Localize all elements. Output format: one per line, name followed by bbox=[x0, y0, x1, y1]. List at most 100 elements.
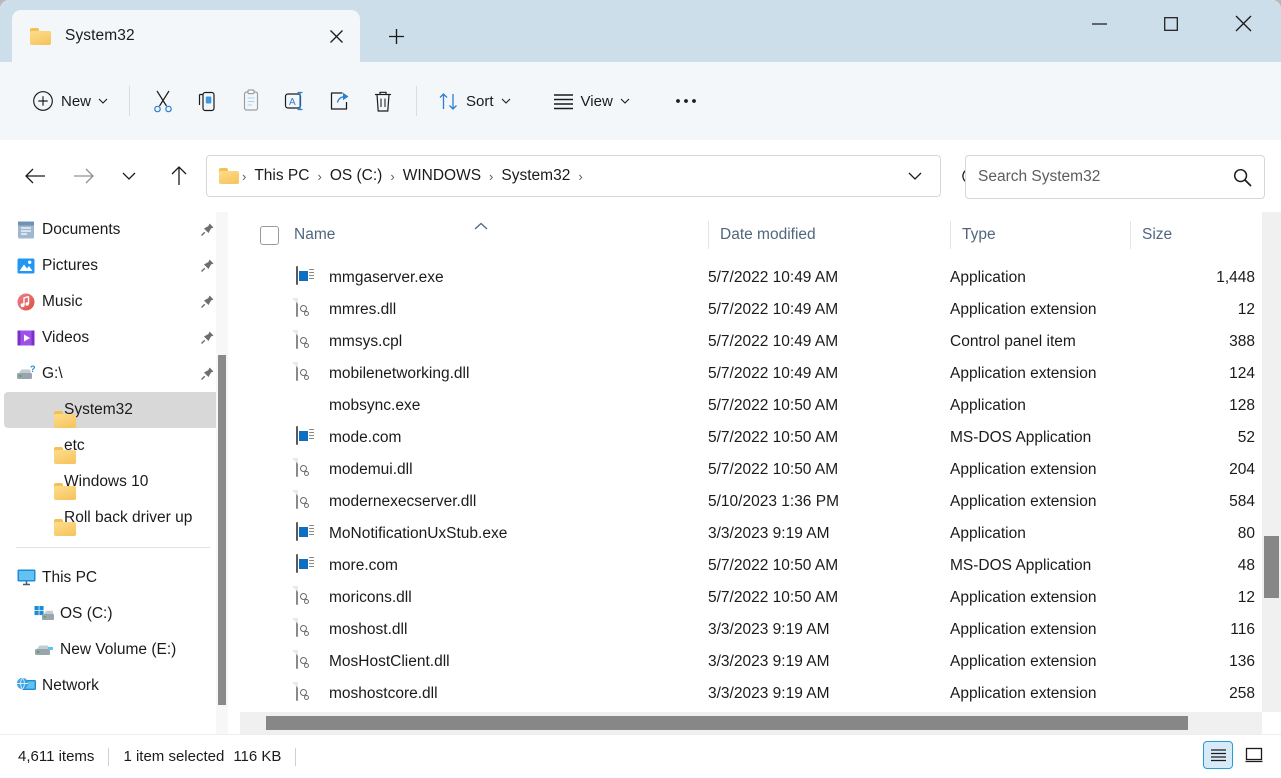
breadcrumb-os-c[interactable]: OS (C:) bbox=[325, 163, 388, 189]
sidebar-item-windows-10[interactable]: Windows 10 bbox=[4, 464, 222, 500]
file-name-cell[interactable]: modernexecserver.dll bbox=[296, 490, 477, 513]
file-name-cell[interactable]: MosHostClient.dll bbox=[296, 650, 450, 673]
column-header-size[interactable]: Size bbox=[1130, 212, 1262, 258]
table-row[interactable]: mmsys.cpl 5/7/2022 10:49 AM Control panel … bbox=[240, 326, 1262, 358]
pin-icon[interactable] bbox=[200, 294, 216, 310]
view-button[interactable]: View bbox=[543, 82, 640, 120]
large-icons-view-button[interactable] bbox=[1239, 741, 1269, 769]
new-button[interactable]: New bbox=[22, 82, 118, 120]
sidebar-label: Videos bbox=[42, 329, 90, 346]
file-name-label: modernexecserver.dll bbox=[329, 493, 477, 510]
file-name-cell[interactable]: modemui.dll bbox=[296, 458, 413, 481]
vertical-scrollbar-thumb[interactable] bbox=[1264, 536, 1279, 598]
pin-icon[interactable] bbox=[200, 222, 216, 238]
file-list-vertical-scrollbar[interactable] bbox=[1262, 212, 1281, 712]
file-name-label: modemui.dll bbox=[329, 461, 413, 478]
share-button[interactable] bbox=[317, 82, 361, 120]
file-size-cell: 136 bbox=[1229, 653, 1255, 670]
file-name-cell[interactable]: mobilenetworking.dll bbox=[296, 362, 470, 385]
table-row[interactable]: MoNotificationUxStub.exe 3/3/2023 9:19 AM… bbox=[240, 518, 1262, 550]
table-row[interactable]: mmgaserver.exe 5/7/2022 10:49 AM Applicati… bbox=[240, 262, 1262, 294]
file-name-cell[interactable]: mmres.dll bbox=[296, 298, 396, 321]
pin-icon[interactable] bbox=[200, 258, 216, 274]
table-row[interactable]: mode.com 5/7/2022 10:50 AM MS-DOS Applicat… bbox=[240, 422, 1262, 454]
sidebar-item-network[interactable]: Network bbox=[4, 668, 222, 704]
navigation-pane[interactable]: Documents Pictures Music Videos ? G:\ Sy… bbox=[0, 212, 232, 734]
rename-button[interactable]: A bbox=[273, 82, 317, 120]
delete-button[interactable] bbox=[361, 82, 405, 120]
pin-icon[interactable] bbox=[200, 330, 216, 346]
sidebar-item-roll-back-driver[interactable]: Roll back driver up bbox=[4, 500, 222, 536]
table-row[interactable]: mmres.dll 5/7/2022 10:49 AM Application ex… bbox=[240, 294, 1262, 326]
table-row[interactable]: modernexecserver.dll 5/10/2023 1:36 PM App… bbox=[240, 486, 1262, 518]
search-box[interactable] bbox=[965, 155, 1265, 199]
file-list[interactable]: Name Date modified Type Size mmgaserver.… bbox=[240, 212, 1262, 712]
sort-button[interactable]: Sort bbox=[428, 82, 521, 120]
forward-button[interactable] bbox=[64, 157, 102, 195]
file-name-label: mobilenetworking.dll bbox=[329, 365, 470, 382]
file-name-cell[interactable]: moshostcore.dll bbox=[296, 682, 438, 705]
close-button[interactable] bbox=[1206, 0, 1281, 47]
column-header-type[interactable]: Type bbox=[950, 212, 1130, 258]
maximize-button[interactable] bbox=[1135, 0, 1206, 47]
sidebar-item-etc[interactable]: etc bbox=[4, 428, 222, 464]
breadcrumb-dropdown-button[interactable] bbox=[896, 157, 934, 195]
pin-icon[interactable] bbox=[200, 366, 216, 382]
table-row[interactable]: more.com 5/7/2022 10:50 AM MS-DOS Applicat… bbox=[240, 550, 1262, 582]
file-name-cell[interactable]: mmsys.cpl bbox=[296, 330, 402, 353]
sidebar-item-os-c[interactable]: OS (C:) bbox=[4, 596, 222, 632]
file-name-label: mobsync.exe bbox=[329, 397, 421, 414]
table-row[interactable]: moshost.dll 3/3/2023 9:19 AM Application e… bbox=[240, 614, 1262, 646]
sidebar-item-pictures[interactable]: Pictures bbox=[4, 248, 222, 284]
sidebar-item-videos[interactable]: Videos bbox=[4, 320, 222, 356]
tab-system32[interactable]: System32 bbox=[12, 10, 360, 62]
cut-button[interactable] bbox=[141, 82, 185, 120]
file-name-cell[interactable]: mmgaserver.exe bbox=[296, 266, 444, 289]
copy-button[interactable] bbox=[185, 82, 229, 120]
column-header-name[interactable]: Name bbox=[240, 212, 708, 258]
file-name-cell[interactable]: MoNotificationUxStub.exe bbox=[296, 522, 507, 545]
search-icon[interactable] bbox=[1233, 168, 1252, 187]
sidebar-item-g-drive[interactable]: ? G:\ bbox=[4, 356, 222, 392]
file-name-cell[interactable]: moshost.dll bbox=[296, 618, 407, 641]
back-button[interactable] bbox=[16, 157, 54, 195]
sidebar-scrollbar[interactable] bbox=[216, 212, 228, 734]
new-tab-button[interactable] bbox=[378, 18, 414, 54]
breadcrumb-system32[interactable]: System32 bbox=[496, 163, 575, 189]
folder-icon bbox=[54, 410, 76, 428]
file-name-cell[interactable]: more.com bbox=[296, 554, 398, 577]
recent-locations-button[interactable] bbox=[110, 157, 148, 195]
file-size-cell: 12 bbox=[1237, 301, 1255, 318]
sidebar-item-new-volume-e[interactable]: New Volume (E:) bbox=[4, 632, 222, 668]
more-options-button[interactable] bbox=[664, 82, 708, 120]
close-tab-icon[interactable] bbox=[320, 20, 352, 52]
sidebar-item-system32[interactable]: System32 bbox=[4, 392, 222, 428]
horizontal-scrollbar-thumb[interactable] bbox=[266, 716, 1188, 730]
file-name-cell[interactable]: mode.com bbox=[296, 426, 401, 449]
chevron-down-icon bbox=[501, 98, 510, 104]
details-view-button[interactable] bbox=[1203, 741, 1233, 769]
table-row[interactable]: modemui.dll 5/7/2022 10:50 AM Application … bbox=[240, 454, 1262, 486]
breadcrumb-bar[interactable]: › This PC › OS (C:) › WINDOWS › System32… bbox=[206, 155, 941, 197]
table-row[interactable]: MosHostClient.dll 3/3/2023 9:19 AM Applica… bbox=[240, 646, 1262, 678]
file-date-cell: 5/7/2022 10:49 AM bbox=[708, 333, 839, 350]
breadcrumb-this-pc[interactable]: This PC bbox=[249, 163, 314, 189]
sidebar-scrollbar-thumb[interactable] bbox=[218, 355, 226, 705]
breadcrumb-windows[interactable]: WINDOWS bbox=[398, 163, 486, 189]
table-row[interactable]: mobilenetworking.dll 5/7/2022 10:49 AM App… bbox=[240, 358, 1262, 390]
column-header-date-modified[interactable]: Date modified bbox=[708, 212, 950, 258]
file-name-cell[interactable]: moricons.dll bbox=[296, 586, 412, 609]
file-name-cell[interactable]: mobsync.exe bbox=[296, 395, 420, 417]
sort-ascending-icon bbox=[474, 222, 488, 230]
sidebar-item-documents[interactable]: Documents bbox=[4, 212, 222, 248]
table-row[interactable]: mobsync.exe 5/7/2022 10:50 AM Application 1… bbox=[240, 390, 1262, 422]
minimize-button[interactable] bbox=[1064, 0, 1135, 47]
up-button[interactable] bbox=[160, 157, 198, 195]
table-row[interactable]: moshostcore.dll 3/3/2023 9:19 AM Applicati… bbox=[240, 678, 1262, 710]
sidebar-item-music[interactable]: Music bbox=[4, 284, 222, 320]
file-type-cell: MS-DOS Application bbox=[950, 557, 1092, 574]
table-row[interactable]: moricons.dll 5/7/2022 10:50 AM Application… bbox=[240, 582, 1262, 614]
sidebar-item-this-pc[interactable]: This PC bbox=[4, 560, 222, 596]
file-list-horizontal-scrollbar[interactable] bbox=[240, 712, 1262, 734]
search-input[interactable] bbox=[978, 168, 1233, 186]
